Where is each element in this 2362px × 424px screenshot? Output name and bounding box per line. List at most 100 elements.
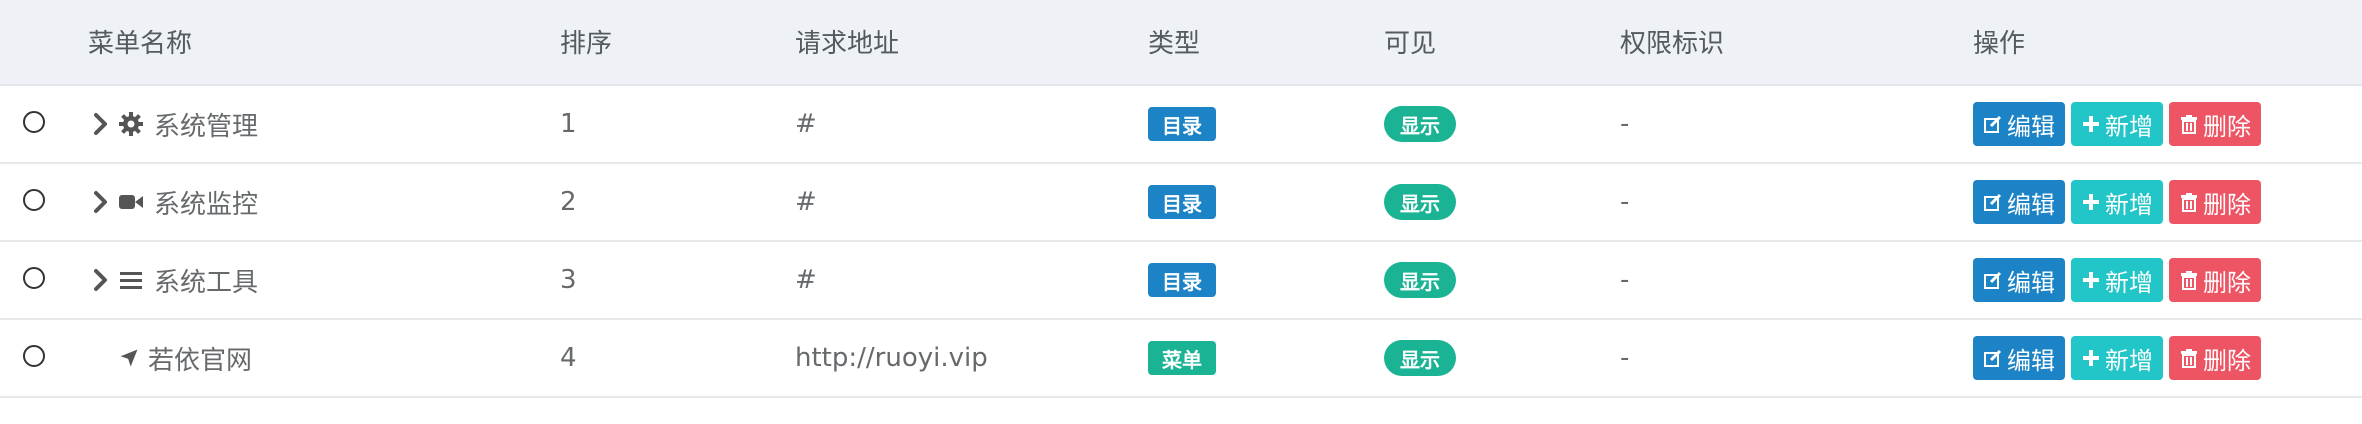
perms-cell: - bbox=[1620, 343, 1630, 373]
menu-name-cell: 系统监控 bbox=[92, 164, 258, 240]
table-row[interactable]: 系统管理 1 # 目录 显示 - 编辑 新增 删除 bbox=[0, 86, 2362, 164]
edit-label: 编辑 bbox=[2007, 112, 2055, 141]
url-cell: # bbox=[795, 109, 817, 139]
edit-icon bbox=[1984, 271, 2002, 289]
add-button[interactable]: 新增 bbox=[2071, 180, 2163, 224]
url-cell: http://ruoyi.vip bbox=[795, 343, 988, 373]
type-badge: 菜单 bbox=[1148, 341, 1216, 375]
add-button[interactable]: 新增 bbox=[2071, 336, 2163, 380]
location-arrow-icon bbox=[120, 349, 138, 367]
delete-label: 删除 bbox=[2203, 346, 2251, 375]
edit-label: 编辑 bbox=[2007, 190, 2055, 219]
delete-button[interactable]: 删除 bbox=[2169, 258, 2261, 302]
table-row[interactable]: 系统工具 3 # 目录 显示 - 编辑 新增 删除 bbox=[0, 242, 2362, 320]
operations-cell: 编辑 新增 删除 bbox=[1973, 242, 2267, 318]
visible-badge: 显示 bbox=[1384, 106, 1456, 142]
header-operations: 操作 bbox=[1973, 29, 2026, 59]
operations-cell: 编辑 新增 删除 bbox=[1973, 164, 2267, 240]
order-cell: 3 bbox=[560, 265, 577, 295]
visible-badge: 显示 bbox=[1384, 262, 1456, 298]
perms-cell: - bbox=[1620, 109, 1630, 139]
type-cell: 目录 bbox=[1148, 86, 1216, 162]
header-type[interactable]: 类型 bbox=[1148, 0, 1200, 84]
type-badge: 目录 bbox=[1148, 107, 1216, 141]
order-cell: 1 bbox=[560, 109, 577, 139]
menu-name-text: 系统工具 bbox=[154, 267, 259, 298]
type-badge: 目录 bbox=[1148, 263, 1216, 297]
url-cell: # bbox=[795, 265, 817, 295]
menu-name-cell: 系统工具 bbox=[92, 242, 258, 318]
delete-label: 删除 bbox=[2203, 112, 2251, 141]
add-button[interactable]: 新增 bbox=[2071, 102, 2163, 146]
header-url[interactable]: 请求地址 bbox=[795, 0, 899, 84]
visible-cell: 显示 bbox=[1384, 242, 1456, 318]
order-cell: 4 bbox=[560, 343, 577, 373]
table-header: 菜单名称 排序 请求地址 类型 可见 权限标识 操作 bbox=[0, 0, 2362, 86]
edit-icon bbox=[1984, 115, 2002, 133]
row-select-radio[interactable] bbox=[23, 111, 45, 133]
delete-button[interactable]: 删除 bbox=[2169, 102, 2261, 146]
edit-button[interactable]: 编辑 bbox=[1973, 258, 2065, 302]
plus-icon bbox=[2083, 116, 2099, 132]
row-select-radio[interactable] bbox=[23, 189, 45, 211]
header-menu-name[interactable]: 菜单名称 bbox=[88, 0, 192, 84]
chevron-right-icon[interactable] bbox=[92, 267, 110, 293]
trash-icon bbox=[2181, 349, 2197, 368]
operations-cell: 编辑 新增 删除 bbox=[1973, 86, 2267, 162]
add-label: 新增 bbox=[2105, 190, 2153, 219]
bars-icon bbox=[120, 272, 142, 289]
video-camera-icon bbox=[119, 195, 143, 209]
add-label: 新增 bbox=[2105, 268, 2153, 297]
type-cell: 菜单 bbox=[1148, 320, 1216, 396]
edit-icon bbox=[1984, 193, 2002, 211]
add-label: 新增 bbox=[2105, 112, 2153, 141]
add-button[interactable]: 新增 bbox=[2071, 258, 2163, 302]
edit-button[interactable]: 编辑 bbox=[1973, 102, 2065, 146]
operations-cell: 编辑 新增 删除 bbox=[1973, 320, 2267, 396]
header-visible[interactable]: 可见 bbox=[1384, 0, 1436, 84]
edit-label: 编辑 bbox=[2007, 268, 2055, 297]
delete-button[interactable]: 删除 bbox=[2169, 180, 2261, 224]
url-cell: # bbox=[795, 187, 817, 217]
perms-cell: - bbox=[1620, 187, 1630, 217]
edit-button[interactable]: 编辑 bbox=[1973, 180, 2065, 224]
delete-label: 删除 bbox=[2203, 190, 2251, 219]
edit-icon bbox=[1984, 349, 2002, 367]
table-row[interactable]: 若依官网 4 http://ruoyi.vip 菜单 显示 - 编辑 新增 删除 bbox=[0, 320, 2362, 398]
perms-cell: - bbox=[1620, 265, 1630, 295]
menu-name-text: 若依官网 bbox=[148, 345, 253, 376]
plus-icon bbox=[2083, 272, 2099, 288]
type-cell: 目录 bbox=[1148, 164, 1216, 240]
order-cell: 2 bbox=[560, 187, 577, 217]
type-badge: 目录 bbox=[1148, 185, 1216, 219]
delete-button[interactable]: 删除 bbox=[2169, 336, 2261, 380]
table-row[interactable]: 系统监控 2 # 目录 显示 - 编辑 新增 删除 bbox=[0, 164, 2362, 242]
header-order[interactable]: 排序 bbox=[560, 0, 612, 84]
delete-label: 删除 bbox=[2203, 268, 2251, 297]
type-cell: 目录 bbox=[1148, 242, 1216, 318]
add-label: 新增 bbox=[2105, 346, 2153, 375]
row-select-radio[interactable] bbox=[23, 267, 45, 289]
visible-cell: 显示 bbox=[1384, 86, 1456, 162]
visible-badge: 显示 bbox=[1384, 340, 1456, 376]
menu-name-text: 系统监控 bbox=[154, 189, 259, 220]
menu-tree-table: 菜单名称 排序 请求地址 类型 可见 权限标识 操作 系统管理 1 # 目录 显… bbox=[0, 0, 2362, 398]
menu-name-cell: 若依官网 bbox=[118, 320, 252, 396]
header-perms[interactable]: 权限标识 bbox=[1620, 0, 1724, 84]
row-select-radio[interactable] bbox=[23, 345, 45, 367]
visible-badge: 显示 bbox=[1384, 184, 1456, 220]
plus-icon bbox=[2083, 194, 2099, 210]
edit-label: 编辑 bbox=[2007, 346, 2055, 375]
trash-icon bbox=[2181, 115, 2197, 134]
menu-name-text: 系统管理 bbox=[154, 111, 259, 142]
chevron-right-icon[interactable] bbox=[92, 189, 110, 215]
gear-icon bbox=[119, 112, 143, 136]
menu-name-cell: 系统管理 bbox=[92, 86, 258, 162]
chevron-right-icon[interactable] bbox=[92, 111, 110, 137]
trash-icon bbox=[2181, 193, 2197, 212]
edit-button[interactable]: 编辑 bbox=[1973, 336, 2065, 380]
trash-icon bbox=[2181, 271, 2197, 290]
plus-icon bbox=[2083, 350, 2099, 366]
visible-cell: 显示 bbox=[1384, 320, 1456, 396]
visible-cell: 显示 bbox=[1384, 164, 1456, 240]
